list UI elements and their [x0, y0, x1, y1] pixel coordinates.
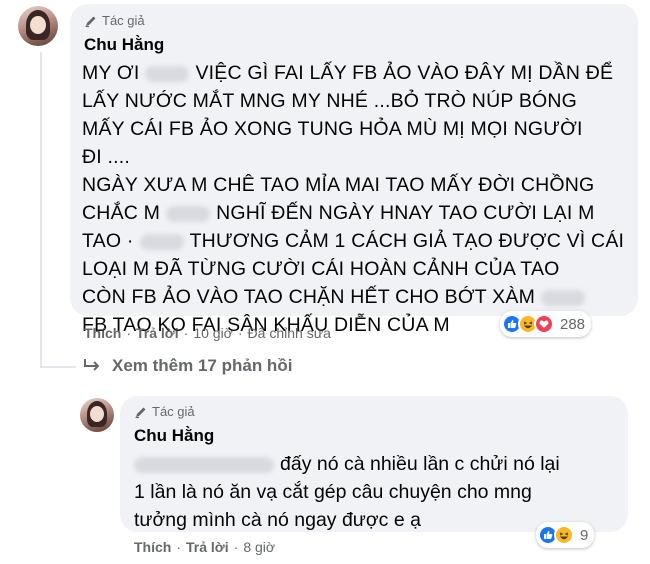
view-more-replies-label: Xem thêm 17 phản hồi — [112, 356, 293, 375]
haha-reaction-icon — [554, 525, 574, 545]
comment-text: MY ƠI VIỆC GÌ FAI LẤY FB ẢO VÀO ĐÂY MỊ DẦ… — [82, 59, 627, 339]
avatar[interactable] — [80, 398, 114, 432]
reply-link[interactable]: Trả lời — [136, 325, 179, 341]
comment-line: NGÀY XƯA M CHÊ TAO MỈA MAI TAO MẤY ĐỜI C… — [82, 174, 595, 196]
comment-timestamp[interactable]: 8 giờ — [243, 539, 275, 555]
love-reaction-icon — [534, 314, 554, 334]
thread-line-vertical — [40, 52, 42, 368]
thread-line-branch — [40, 366, 76, 368]
comment-line: LẤY NƯỚC MẮT MNG MY NHÉ ...BỎ TRÒ NÚP BÓ… — [82, 90, 578, 112]
author-badge: Tác giả — [84, 13, 145, 28]
author-badge-label: Tác giả — [102, 13, 145, 28]
reply-link[interactable]: Trả lời — [186, 539, 229, 555]
comment-line: LOẠI M ĐÃ TỪNG CƯỜI CÁI HOÀN CẢNH CỦA TA… — [82, 258, 560, 280]
like-link[interactable]: Thích — [84, 325, 121, 341]
blurred-word — [139, 233, 184, 250]
avatar[interactable] — [18, 6, 58, 46]
comment-line: 1 lần là nó ăn vạ cắt gép câu chuyện cho… — [134, 481, 532, 503]
author-pen-icon — [85, 16, 96, 27]
like-link[interactable]: Thích — [134, 539, 171, 555]
comment-actions: Thích · Trả lời · 10 giờ · Đã chỉnh sửa — [84, 325, 331, 341]
comment-author-name[interactable]: Chu Hằng — [134, 426, 214, 446]
reaction-count: 288 — [560, 315, 586, 333]
blurred-word — [145, 65, 190, 82]
comment-line: ĐI .... — [82, 146, 130, 168]
reaction-summary[interactable]: 288 — [500, 311, 592, 337]
edited-label: Đã chỉnh sửa — [247, 325, 331, 341]
author-pen-icon — [135, 407, 146, 418]
blurred-word — [541, 289, 586, 306]
comment-line: đấy nó cà nhiều lần c chửi nó lại — [134, 450, 574, 478]
reaction-summary[interactable]: 9 — [536, 522, 595, 548]
comment-line: CÒN FB ẢO VÀO TAO CHẶN HẾT CHO BỚT XÀM — [82, 283, 627, 311]
view-more-replies[interactable]: Xem thêm 17 phản hồi — [82, 356, 292, 376]
comment-line: tưởng mình cà nó ngay được e ạ — [134, 509, 421, 531]
reply-arrow-icon — [84, 359, 100, 371]
blurred-word — [166, 205, 211, 222]
author-badge: Tác giả — [134, 404, 195, 419]
comment-line: MẤY CÁI FB ẢO XONG TUNG HỎA MÙ MỊ MỌI NG… — [82, 118, 583, 140]
comment-line: CHẮC M NGHĨ ĐẾN NGÀY HNAY TAO CƯỜI LẠI M — [82, 202, 595, 224]
author-badge-label: Tác giả — [152, 404, 195, 419]
reaction-count: 9 — [580, 526, 589, 544]
comment-actions: Thích · Trả lời · 8 giờ — [134, 539, 276, 555]
comment-line: MY ƠI VIỆC GÌ FAI LẤY FB ẢO VÀO ĐÂY MỊ DẦ… — [82, 62, 614, 84]
blurred-word — [134, 456, 274, 473]
comment-timestamp[interactable]: 10 giờ — [193, 325, 233, 341]
comment-line: TAO · THƯƠNG CẢM 1 CÁCH GIẢ TẠO ĐƯỢC VÌ C… — [82, 230, 625, 252]
comment-text: đấy nó cà nhiều lần c chửi nó lại 1 lần … — [134, 450, 574, 534]
comment-author-name[interactable]: Chu Hằng — [84, 35, 164, 55]
